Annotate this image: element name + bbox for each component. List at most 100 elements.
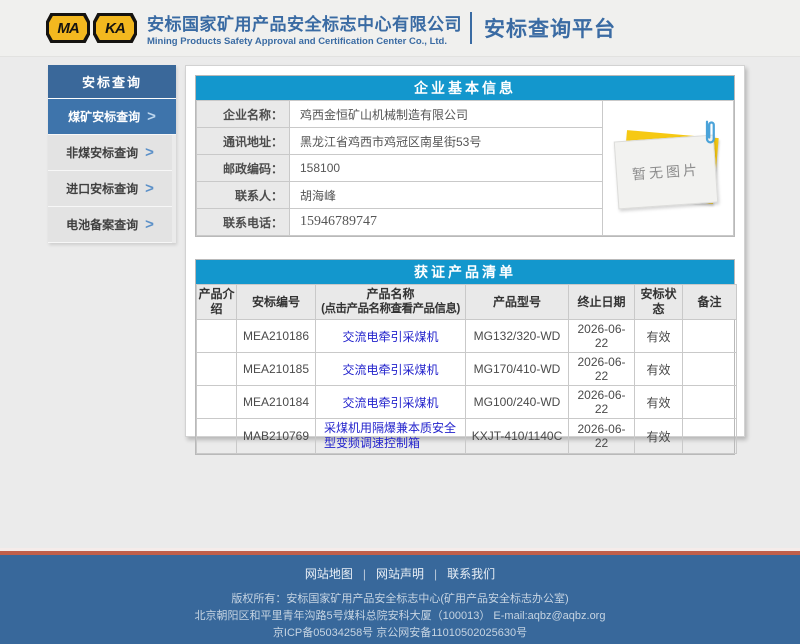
copyright-line-2: 北京朝阳区和平里青年沟路5号煤科总院安科大厦（100013） E-mail:aq… [0,608,800,625]
product-name-cell: 交流电牵引采煤机 [316,386,466,419]
table-row: 联系人： 胡海峰 [197,182,603,209]
chevron-right-icon: > [145,217,154,232]
address-value: 黑龙江省鸡西市鸡冠区南星街53号 [290,128,603,155]
footer-link-contact[interactable]: 联系我们 [447,565,495,582]
company-info-title: 企业基本信息 [196,76,734,100]
copyright-line-1: 版权所有：安标国家矿用产品安全标志中心(矿用产品安全标志办公室) [0,591,800,608]
address-label: 通讯地址： [197,128,290,155]
product-name-cell: 采煤机用隔爆兼本质安全型变频调速控制箱 [316,419,466,454]
paperclip-icon [702,118,718,148]
cert-no-cell: MAB210769 [237,419,316,454]
remark-cell [683,419,737,454]
table-row: 通讯地址： 黑龙江省鸡西市鸡冠区南星街53号 [197,128,603,155]
ma-badge-label: MA [49,16,87,40]
status-cell: 有效 [635,353,683,386]
product-intro-cell [197,419,237,454]
chevron-right-icon: > [145,181,154,196]
col-status: 安标状态 [635,285,683,320]
end-date-cell: 2026-06-22 [569,320,635,353]
phone-value: 15946789747 [290,209,603,236]
main-panel: 企业基本信息 企业名称： 鸡西金恒矿山机械制造有限公司 通讯地址： 黑龙江省鸡西… [185,65,745,437]
table-row: 邮政编码： 158100 [197,155,603,182]
product-name-link[interactable]: 采煤机用隔爆兼本质安全型变频调速控制箱 [324,421,456,450]
contact-person-value: 胡海峰 [290,182,603,209]
product-name-cell: 交流电牵引采煤机 [316,353,466,386]
ka-badge-label: KA [96,16,134,40]
sidebar-item-noncoal-query[interactable]: 非煤安标查询 > [48,135,172,171]
postcode-value: 158100 [290,155,603,182]
sidebar-item-coal-query[interactable]: 煤矿安标查询 > [48,99,176,135]
header-divider [470,12,472,44]
footer-link-sitemap[interactable]: 网站地图 [305,565,353,582]
footer-copyright: 版权所有：安标国家矿用产品安全标志中心(矿用产品安全标志办公室) 北京朝阳区和平… [0,591,800,642]
ma-badge-icon: MA [46,13,90,43]
model-cell: MG170/410-WD [466,353,569,386]
col-remark: 备注 [683,285,737,320]
postcode-label: 邮政编码： [197,155,290,182]
table-row: MAB210769 采煤机用隔爆兼本质安全型变频调速控制箱 KXJT-410/1… [197,419,737,454]
phone-label: 联系电话： [197,209,290,236]
company-image-cell: 暂无图片 [603,100,734,236]
sidebar-item-battery-query[interactable]: 电池备案查询 > [48,207,172,243]
page-header: MA KA 安标国家矿用产品安全标志中心有限公司 Mining Products… [0,0,800,57]
contact-person-label: 联系人： [197,182,290,209]
page-footer: 网站地图 | 网站声明 | 联系我们 版权所有：安标国家矿用产品安全标志中心(矿… [0,548,800,644]
remark-cell [683,320,737,353]
col-product-name: 产品名称 (点击产品名称查看产品信息) [316,285,466,320]
sidebar: 安标查询 煤矿安标查询 > 非煤安标查询 > 进口安标查询 > 电池备案查询 > [48,65,176,243]
product-intro-cell [197,353,237,386]
ka-badge-icon: KA [93,13,137,43]
chevron-right-icon: > [145,145,154,160]
product-name-link[interactable]: 交流电牵引采煤机 [342,396,438,410]
org-titles: 安标国家矿用产品安全标志中心有限公司 Mining Products Safet… [147,10,462,47]
product-list-section: 获证产品清单 产品介绍 安标编号 产品名称 (点击产品名称查看产品信息) 产品型… [195,259,735,455]
copyright-line-3: 京ICP备05034258号 京公网安备11010502025630号 [0,625,800,642]
table-header-row: 产品介绍 安标编号 产品名称 (点击产品名称查看产品信息) 产品型号 终止日期 … [197,285,737,320]
col-product-intro: 产品介绍 [197,285,237,320]
company-info-section: 企业基本信息 企业名称： 鸡西金恒矿山机械制造有限公司 通讯地址： 黑龙江省鸡西… [195,75,735,237]
company-name-label: 企业名称： [197,101,290,128]
model-cell: MG132/320-WD [466,320,569,353]
cert-no-cell: MEA210186 [237,320,316,353]
footer-links: 网站地图 | 网站声明 | 联系我们 [0,565,800,582]
product-intro-cell [197,386,237,419]
product-intro-cell [197,320,237,353]
status-cell: 有效 [635,419,683,454]
table-row: 企业名称： 鸡西金恒矿山机械制造有限公司 [197,101,603,128]
product-list-table: 产品介绍 安标编号 产品名称 (点击产品名称查看产品信息) 产品型号 终止日期 … [196,284,737,454]
col-model: 产品型号 [466,285,569,320]
product-name-link[interactable]: 交流电牵引采煤机 [342,363,438,377]
platform-title: 安标查询平台 [484,13,616,43]
chevron-right-icon: > [147,109,156,124]
sidebar-item-import-query[interactable]: 进口安标查询 > [48,171,172,207]
col-cert-no: 安标编号 [237,285,316,320]
remark-cell [683,353,737,386]
model-cell: MG100/240-WD [466,386,569,419]
footer-link-statement[interactable]: 网站声明 [376,565,424,582]
status-cell: 有效 [635,386,683,419]
product-list-title: 获证产品清单 [196,260,734,284]
sidebar-header: 安标查询 [48,65,176,99]
end-date-cell: 2026-06-22 [569,419,635,454]
no-image-placeholder: 暂无图片 [616,126,720,210]
product-name-cell: 交流电牵引采煤机 [316,320,466,353]
col-end-date: 终止日期 [569,285,635,320]
table-row: MEA210185 交流电牵引采煤机 MG170/410-WD 2026-06-… [197,353,737,386]
footer-separator: | [363,567,366,581]
end-date-cell: 2026-06-22 [569,353,635,386]
footer-main: 网站地图 | 网站声明 | 联系我们 版权所有：安标国家矿用产品安全标志中心(矿… [0,555,800,644]
remark-cell [683,386,737,419]
table-row: MEA210184 交流电牵引采煤机 MG100/240-WD 2026-06-… [197,386,737,419]
col-product-name-main: 产品名称 [317,287,464,302]
sidebar-item-label: 进口安标查询 [66,180,138,197]
table-row: MEA210186 交流电牵引采煤机 MG132/320-WD 2026-06-… [197,320,737,353]
cert-no-cell: MEA210185 [237,353,316,386]
org-name-cn: 安标国家矿用产品安全标志中心有限公司 [147,10,462,35]
status-cell: 有效 [635,320,683,353]
sidebar-item-label: 煤矿安标查询 [68,108,140,125]
sidebar-item-label: 电池备案查询 [66,216,138,233]
footer-separator: | [434,567,437,581]
sidebar-item-label: 非煤安标查询 [66,144,138,161]
end-date-cell: 2026-06-22 [569,386,635,419]
product-name-link[interactable]: 交流电牵引采煤机 [342,330,438,344]
